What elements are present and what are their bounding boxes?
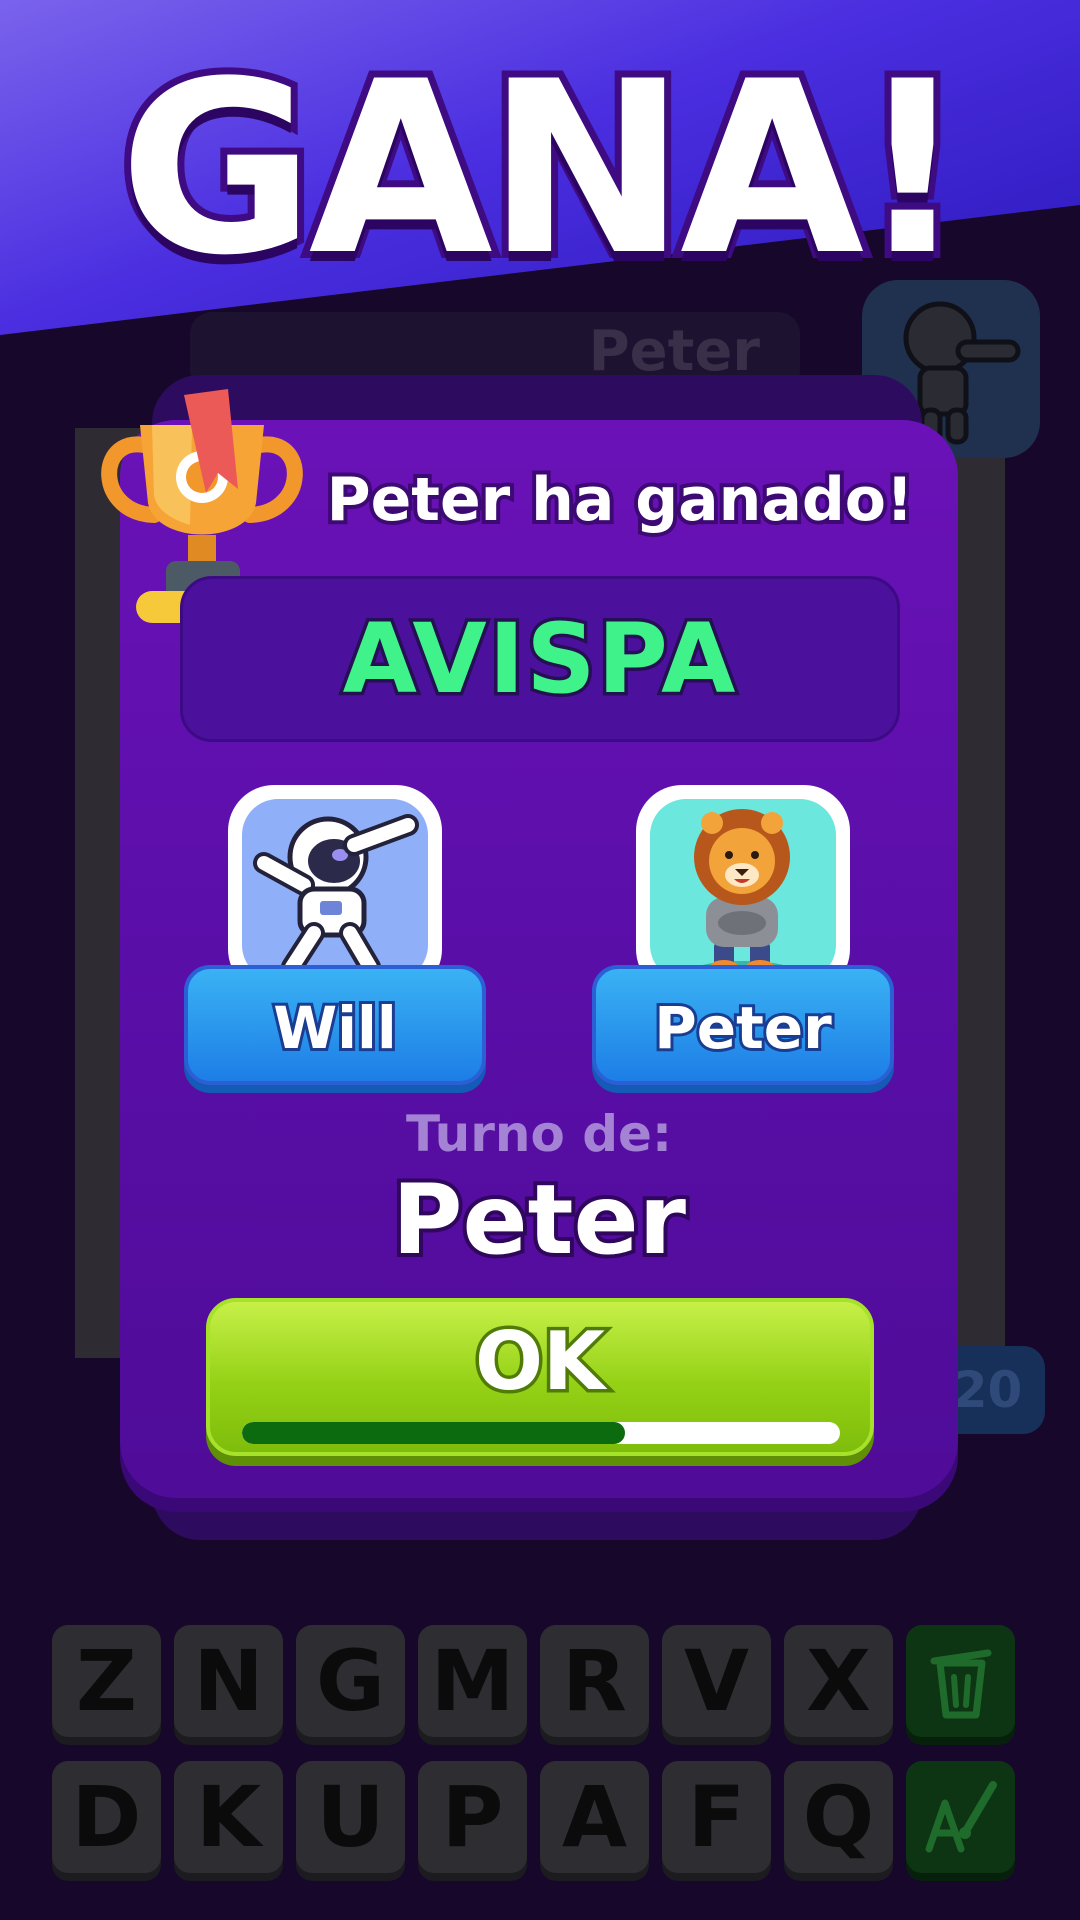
key[interactable]: D [52,1761,161,1873]
avatar [228,785,442,995]
font-brush-icon [925,1781,997,1853]
key[interactable]: R [540,1625,649,1737]
ok-button-label: OK [472,1312,609,1412]
countdown-progress-bar [242,1422,840,1444]
win-title: GANA! [112,31,973,308]
key[interactable]: Z [52,1625,161,1737]
key[interactable]: V [662,1625,771,1737]
key[interactable]: U [296,1761,405,1873]
font-brush-button[interactable] [906,1761,1015,1873]
avatar [636,785,850,995]
key[interactable]: G [296,1625,405,1737]
keyboard-row-1: Z N G M R V X [52,1625,1027,1737]
key[interactable]: X [784,1625,893,1737]
key[interactable]: A [540,1761,649,1873]
letter-keyboard: Z N G M R V X D K U P A F Q [52,1625,1027,1897]
turn-player-name: Peter [388,1161,690,1279]
astronaut-icon [253,814,419,978]
key[interactable]: K [174,1761,283,1873]
avatar-background [650,799,836,981]
lion-icon [694,809,790,977]
key[interactable]: M [418,1625,527,1737]
player-card-will: Will [184,785,486,1085]
avatar-background [242,799,428,981]
player-name-button[interactable]: Peter [592,965,894,1085]
keyboard-row-2: D K U P A F Q [52,1761,1027,1873]
key[interactable]: Q [784,1761,893,1873]
trash-icon [930,1649,991,1719]
winner-message: Peter ha ganado! [323,461,918,539]
trash-button[interactable] [906,1625,1015,1737]
key[interactable]: P [418,1761,527,1873]
key[interactable]: F [662,1761,771,1873]
player-name-button[interactable]: Will [184,965,486,1085]
player-card-peter: Peter [592,785,894,1085]
turn-label: Turno de: [406,1105,672,1163]
countdown-progress-fill [242,1422,625,1444]
secret-word: AVISPA [180,576,900,742]
ok-button[interactable]: OK [206,1298,874,1456]
key[interactable]: N [174,1625,283,1737]
